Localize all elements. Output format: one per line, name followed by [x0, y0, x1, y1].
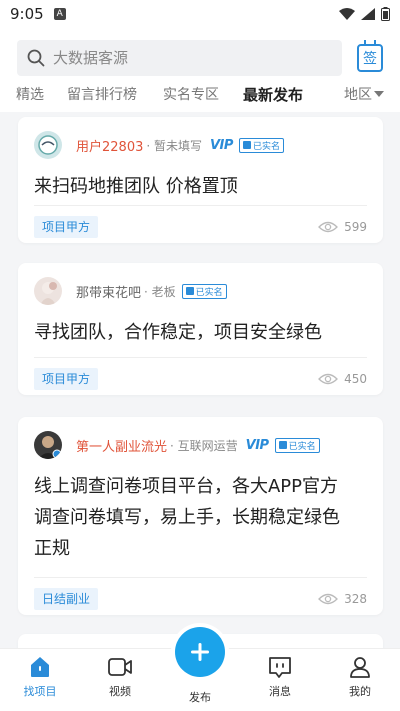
id-card-icon — [278, 441, 287, 449]
wifi-icon — [339, 8, 355, 20]
post-card[interactable]: 用户22803 · 暂未填写 VIP 已实名 来扫码地推团队 价格置顶 项目甲方… — [18, 117, 383, 243]
tab-comment-ranking[interactable]: 留言排行榜 — [67, 84, 137, 104]
id-card-icon — [185, 287, 194, 295]
user-role: · 互联网运营 — [170, 438, 238, 453]
view-count: 328 — [318, 592, 367, 606]
user-name[interactable]: 用户22803 — [76, 136, 143, 155]
eye-icon — [318, 221, 339, 232]
post-title-line: 正规 — [34, 538, 70, 559]
verified-label: 已实名 — [252, 141, 280, 152]
post-title-line: 来扫码地推团队 价格置顶 — [34, 176, 238, 197]
publish-button[interactable] — [175, 627, 225, 677]
view-count-value: 328 — [344, 591, 367, 606]
bottom-navigation: 找项目 视频 发布 消息 我的 — [0, 627, 400, 711]
user-role: · 暂未填写 — [146, 138, 202, 153]
post-card[interactable]: 第一人副业流光 · 互联网运营 VIP 已实名 线上调查问卷项目平台，各大APP… — [18, 417, 383, 615]
post-title[interactable]: 来扫码地推团队 价格置顶 — [18, 159, 383, 202]
avatar[interactable] — [34, 431, 62, 459]
video-icon — [108, 658, 132, 676]
verified-label: 已实名 — [195, 287, 223, 298]
tab-featured[interactable]: 精选 — [16, 84, 44, 104]
plus-icon — [191, 643, 209, 661]
status-icons — [339, 7, 390, 21]
post-card[interactable]: 那带束花吧 · 老板 已实名 寻找团队，合作稳定，项目安全绿色 项目甲方 450 — [18, 263, 383, 395]
battery-icon — [381, 7, 390, 21]
user-role: · 老板 — [144, 284, 176, 299]
publish-label: 发布 — [189, 691, 211, 704]
view-count-value: 450 — [344, 371, 367, 386]
category-tag[interactable]: 项目甲方 — [34, 367, 99, 390]
vip-badge: VIP — [245, 437, 269, 453]
post-title-line: 调查问卷填写，易上手，长期稳定绿色 — [34, 507, 340, 528]
chevron-down-icon — [374, 91, 384, 97]
home-icon — [31, 657, 49, 677]
eye-icon — [318, 593, 339, 604]
eye-icon — [318, 373, 339, 384]
post-title-line: 线上调查问卷项目平台，各大APP官方 — [34, 476, 339, 497]
header: 签 精选 留言排行榜 实名专区 最新发布 地区 — [0, 28, 400, 112]
nav-label: 我的 — [349, 685, 371, 698]
view-count: 450 — [318, 372, 367, 386]
nav-messages[interactable]: 消息 — [250, 655, 310, 699]
verified-badge: 已实名 — [274, 437, 320, 453]
avatar[interactable] — [34, 131, 62, 159]
nav-video[interactable]: 视频 — [90, 655, 150, 699]
tab-latest[interactable]: 最新发布 — [243, 84, 303, 105]
status-time: 9:05 — [10, 5, 44, 23]
post-feed[interactable]: 用户22803 · 暂未填写 VIP 已实名 来扫码地推团队 价格置顶 项目甲方… — [0, 112, 400, 648]
tab-verified-zone[interactable]: 实名专区 — [163, 84, 219, 104]
signal-icon — [361, 8, 375, 20]
nav-mine[interactable]: 我的 — [330, 655, 390, 699]
category-tag[interactable]: 日结副业 — [34, 587, 99, 610]
category-tabs: 精选 留言排行榜 实名专区 最新发布 地区 — [0, 84, 400, 112]
post-title[interactable]: 寻找团队，合作稳定，项目安全绿色 — [18, 305, 383, 348]
avatar[interactable] — [34, 277, 62, 305]
id-card-icon — [242, 141, 251, 149]
user-name[interactable]: 第一人副业流光 — [76, 436, 167, 455]
view-count: 599 — [318, 220, 367, 234]
region-selector[interactable]: 地区 — [344, 84, 384, 104]
user-name[interactable]: 那带束花吧 — [76, 282, 141, 301]
sign-in-button[interactable]: 签 — [357, 40, 383, 72]
user-icon — [350, 657, 370, 678]
post-title[interactable]: 线上调查问卷项目平台，各大APP官方 调查问卷填写，易上手，长期稳定绿色 正规 — [18, 459, 383, 564]
search-bar[interactable] — [17, 40, 342, 76]
search-input[interactable] — [53, 49, 313, 67]
verified-badge: 已实名 — [238, 137, 284, 153]
message-icon — [269, 657, 291, 678]
status-bar: 9:05 A — [0, 0, 400, 28]
verified-label: 已实名 — [288, 441, 316, 452]
post-title-line: 寻找团队，合作稳定，项目安全绿色 — [34, 322, 322, 343]
nav-label: 找项目 — [23, 685, 57, 698]
category-tag[interactable]: 项目甲方 — [34, 215, 99, 238]
nav-find-projects[interactable]: 找项目 — [10, 655, 70, 699]
verified-badge: 已实名 — [181, 283, 227, 299]
nav-label: 视频 — [109, 685, 131, 698]
vip-badge: VIP — [210, 137, 233, 153]
notification-badge-icon: A — [53, 8, 66, 20]
view-count-value: 599 — [344, 219, 367, 234]
nav-label: 消息 — [269, 685, 291, 698]
search-icon — [27, 49, 45, 67]
region-label: 地区 — [344, 87, 372, 103]
